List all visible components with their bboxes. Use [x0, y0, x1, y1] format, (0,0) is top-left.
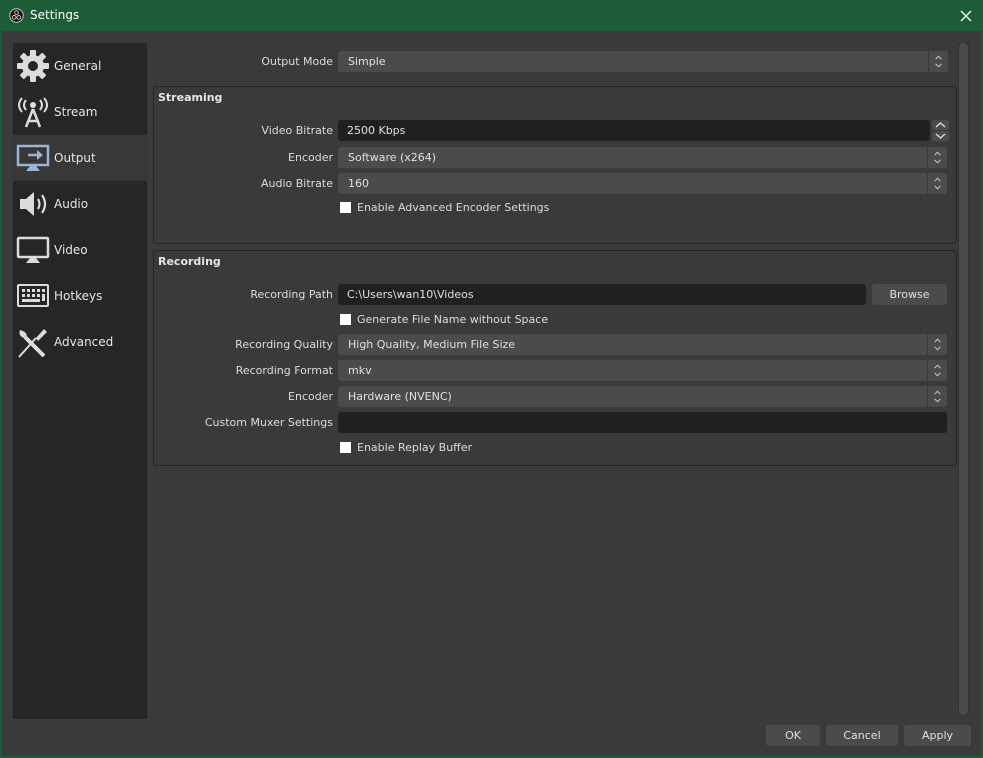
no-space-filename-label: Generate File Name without Space [357, 313, 549, 326]
spin-down-icon[interactable] [932, 131, 949, 141]
browse-button[interactable]: Browse [872, 284, 947, 305]
streaming-group: Streaming Video Bitrate 2500 Kbps Encode… [153, 86, 957, 244]
recording-encoder-value: Hardware (NVENC) [348, 390, 452, 403]
scrollbar-thumb[interactable] [959, 43, 968, 715]
video-bitrate-spinner[interactable] [932, 120, 949, 141]
audio-bitrate-value: 160 [348, 177, 369, 190]
recording-format-label: Recording Format [235, 364, 333, 377]
spin-up-icon[interactable] [932, 120, 949, 130]
stream-encoder-select[interactable]: Software (x264) [338, 147, 947, 168]
chevron-updown-icon [927, 147, 941, 168]
recording-quality-select[interactable]: High Quality, Medium File Size [338, 334, 947, 355]
chevron-updown-icon [927, 334, 941, 355]
ok-button[interactable]: OK [766, 725, 820, 746]
replay-buffer-checkbox[interactable]: Enable Replay Buffer [340, 441, 472, 454]
sidebar-item-stream[interactable]: Stream [13, 89, 147, 135]
settings-window: General Stream Output Audio Video Hotkey… [2, 31, 981, 756]
window-title: Settings [30, 8, 80, 22]
custom-muxer-label: Custom Muxer Settings [204, 416, 333, 429]
video-bitrate-label: Video Bitrate [261, 124, 333, 137]
recording-format-select[interactable]: mkv [338, 360, 947, 381]
checkbox-box[interactable] [340, 442, 351, 453]
recording-format-value: mkv [348, 364, 372, 377]
sidebar-item-audio[interactable]: Audio [13, 181, 147, 227]
close-button[interactable] [956, 6, 976, 26]
recording-encoder-select[interactable]: Hardware (NVENC) [338, 386, 947, 407]
chevron-updown-icon [927, 360, 941, 381]
title-bar: Settings [0, 0, 983, 31]
recording-encoder-label: Encoder [288, 390, 333, 403]
chevron-updown-icon [927, 173, 941, 194]
close-icon [960, 10, 972, 22]
sidebar-item-label: General [54, 59, 102, 73]
video-bitrate-input[interactable]: 2500 Kbps [338, 120, 930, 141]
obs-logo-icon [9, 8, 24, 23]
chevron-updown-icon [928, 51, 942, 72]
custom-muxer-input[interactable] [338, 412, 947, 433]
recording-group: Recording Recording Path C:\Users\wan10\… [153, 250, 957, 466]
sidebar-item-advanced[interactable]: Advanced [13, 319, 147, 365]
streaming-title: Streaming [158, 91, 223, 104]
sidebar-item-label: Output [54, 151, 96, 165]
tools-icon [18, 329, 47, 358]
recording-title: Recording [158, 255, 221, 268]
replay-buffer-label: Enable Replay Buffer [357, 441, 473, 454]
stream-encoder-value: Software (x264) [348, 151, 437, 164]
gear-icon [17, 50, 49, 82]
sidebar-item-label: Advanced [54, 335, 114, 349]
checkbox-box[interactable] [340, 202, 351, 213]
sidebar-item-label: Video [54, 243, 88, 257]
sidebar-item-general[interactable]: General [13, 43, 147, 89]
recording-path-value: C:\Users\wan10\Videos [347, 288, 474, 301]
stream-encoder-label: Encoder [288, 151, 333, 164]
no-space-filename-checkbox[interactable]: Generate File Name without Space [340, 313, 548, 326]
output-settings-panel: Output Mode Simple Streaming Video Bitra… [147, 43, 959, 719]
sidebar-item-label: Hotkeys [54, 289, 103, 303]
monitor-icon [16, 236, 50, 263]
output-monitor-icon [16, 144, 50, 171]
sidebar-item-hotkeys[interactable]: Hotkeys [13, 273, 147, 319]
speaker-icon [20, 192, 47, 216]
vertical-scrollbar[interactable] [958, 43, 969, 715]
checkbox-box[interactable] [340, 314, 351, 325]
sidebar: General Stream Output Audio Video Hotkey… [13, 43, 147, 719]
advanced-encoder-label: Enable Advanced Encoder Settings [357, 201, 550, 214]
sidebar-item-label: Stream [54, 105, 98, 119]
recording-quality-value: High Quality, Medium File Size [348, 338, 516, 351]
output-mode-label: Output Mode [261, 55, 333, 68]
advanced-encoder-checkbox[interactable]: Enable Advanced Encoder Settings [340, 201, 549, 214]
keyboard-icon [17, 284, 49, 307]
recording-quality-label: Recording Quality [235, 338, 333, 351]
sidebar-item-video[interactable]: Video [13, 227, 147, 273]
sidebar-item-output[interactable]: Output [13, 135, 147, 181]
audio-bitrate-label: Audio Bitrate [260, 177, 333, 190]
sidebar-item-label: Audio [54, 197, 89, 211]
recording-path-label: Recording Path [250, 288, 333, 301]
cancel-button[interactable]: Cancel [826, 725, 898, 746]
recording-path-input[interactable]: C:\Users\wan10\Videos [338, 284, 866, 305]
audio-bitrate-select[interactable]: 160 [338, 173, 947, 194]
apply-button[interactable]: Apply [904, 725, 971, 746]
chevron-updown-icon [927, 386, 941, 407]
output-mode-value: Simple [348, 55, 386, 68]
output-mode-select[interactable]: Simple [338, 51, 948, 72]
antenna-icon [18, 97, 48, 128]
video-bitrate-value: 2500 Kbps [347, 124, 406, 137]
